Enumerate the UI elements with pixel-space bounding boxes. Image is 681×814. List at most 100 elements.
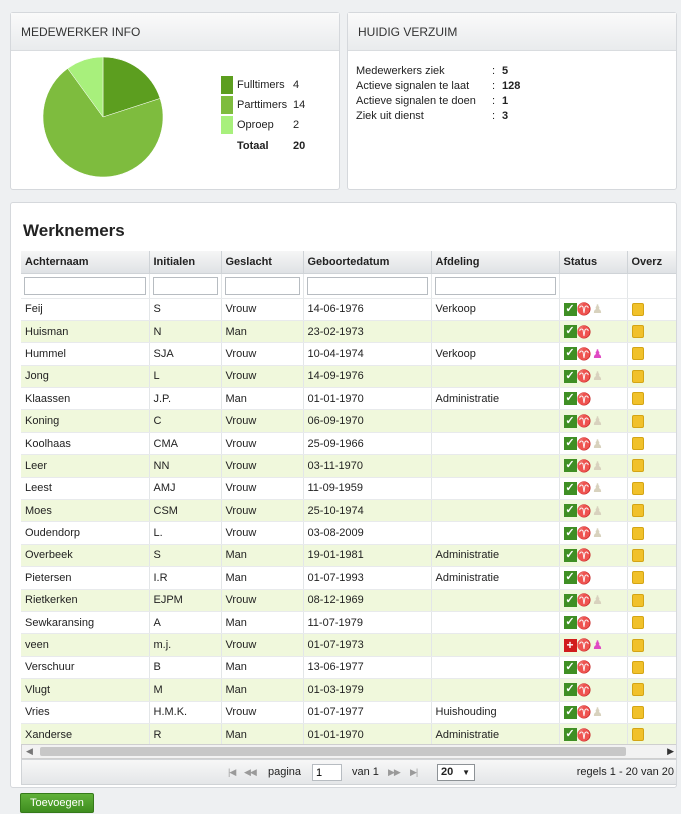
table-row[interactable]: Feij S Vrouw 14-06-1976 Verkoop ✓ ♈♟: [21, 298, 676, 321]
folder-icon[interactable]: [631, 571, 644, 585]
folder-icon[interactable]: [631, 526, 644, 540]
folder-icon[interactable]: [631, 660, 644, 674]
next-page-icon[interactable]: ▶▶: [388, 767, 401, 778]
palm-tree-icon[interactable]: ♈: [577, 302, 592, 316]
palm-tree-icon[interactable]: ♈: [577, 705, 592, 719]
table-row[interactable]: veen m.j. Vrouw 01-07-1973 + ♈♟: [21, 633, 676, 657]
table-row[interactable]: Moes CSM Vrouw 25-10-1974 ✓ ♈♟: [21, 499, 676, 523]
horizontal-scrollbar[interactable]: ◀ ▶: [21, 744, 676, 759]
first-page-icon[interactable]: |◀: [228, 767, 236, 778]
folder-icon[interactable]: [631, 504, 644, 518]
filter-initialen-input[interactable]: [152, 276, 218, 295]
palm-tree-icon[interactable]: ♈: [577, 571, 592, 585]
table-row[interactable]: Koning C Vrouw 06-09-1970 ✓ ♈♟: [21, 409, 676, 433]
table-row[interactable]: Vlugt M Man 01-03-1979 ✓ ♈: [21, 678, 676, 702]
check-icon[interactable]: ✓: [563, 705, 577, 719]
check-icon[interactable]: ✓: [563, 347, 577, 361]
check-icon[interactable]: ✓: [563, 526, 577, 540]
table-row[interactable]: Jong L Vrouw 14-09-1976 ✓ ♈♟: [21, 365, 676, 389]
column-header[interactable]: Status: [559, 251, 628, 274]
folder-icon[interactable]: [631, 638, 644, 652]
table-row[interactable]: Sewkaransing A Man 11-07-1979 ✓ ♈: [21, 611, 676, 635]
palm-tree-icon[interactable]: ♈: [577, 437, 592, 451]
pregnancy-icon[interactable]: ♟: [591, 347, 605, 361]
column-header[interactable]: Geslacht: [221, 251, 304, 274]
folder-icon[interactable]: [631, 548, 644, 562]
filter-geslacht-input[interactable]: [224, 276, 300, 295]
palm-tree-icon[interactable]: ♈: [577, 728, 592, 742]
palm-tree-icon[interactable]: ♈: [577, 526, 592, 540]
check-icon[interactable]: ✓: [563, 593, 577, 607]
pregnancy-icon[interactable]: ♟: [591, 526, 605, 540]
palm-tree-icon[interactable]: ♈: [577, 392, 592, 406]
table-row[interactable]: Koolhaas CMA Vrouw 25-09-1966 ✓ ♈♟: [21, 432, 676, 456]
palm-tree-icon[interactable]: ♈: [577, 481, 592, 495]
check-icon[interactable]: ✓: [563, 548, 577, 562]
folder-icon[interactable]: [631, 683, 644, 697]
palm-tree-icon[interactable]: ♈: [577, 414, 592, 428]
palm-tree-icon[interactable]: ♈: [577, 616, 592, 630]
palm-tree-icon[interactable]: ♈: [577, 504, 592, 518]
folder-icon[interactable]: [631, 347, 644, 361]
table-row[interactable]: Rietkerken EJPM Vrouw 08-12-1969 ✓ ♈♟: [21, 589, 676, 612]
pregnancy-icon[interactable]: ♟: [591, 414, 605, 428]
palm-tree-icon[interactable]: ♈: [577, 683, 592, 697]
table-row[interactable]: Xanderse R Man 01-01-1970 Administratie ✓ ♈: [21, 723, 676, 747]
folder-icon[interactable]: [631, 616, 644, 630]
palm-tree-icon[interactable]: ♈: [577, 369, 592, 383]
column-header[interactable]: Achternaam: [21, 251, 150, 274]
check-icon[interactable]: ✓: [563, 481, 577, 495]
column-header[interactable]: Overz: [627, 251, 676, 274]
scrollbar-thumb[interactable]: [40, 747, 626, 756]
table-row[interactable]: Klaassen J.P. Man 01-01-1970 Administratie ✓ ♈: [21, 387, 676, 411]
table-row[interactable]: Hummel SJA Vrouw 10-04-1974 Verkoop ✓ ♈♟: [21, 342, 676, 366]
check-icon[interactable]: ✓: [563, 302, 577, 316]
folder-icon[interactable]: [631, 302, 644, 316]
folder-icon[interactable]: [631, 705, 644, 719]
table-row[interactable]: Pietersen I.R Man 01-07-1993 Administratie ✓ ♈: [21, 566, 676, 590]
pregnancy-icon[interactable]: ♟: [591, 705, 605, 719]
pregnancy-icon[interactable]: ♟: [591, 302, 605, 316]
check-icon[interactable]: ✓: [563, 369, 577, 383]
folder-icon[interactable]: [631, 437, 644, 451]
check-icon[interactable]: ✓: [563, 660, 577, 674]
check-icon[interactable]: ✓: [563, 459, 577, 473]
table-row[interactable]: Vries H.M.K. Vrouw 01-07-1977 Huishouding ✓ ♈♟: [21, 701, 676, 724]
page-number-input[interactable]: [312, 764, 342, 781]
check-icon[interactable]: ✓: [563, 504, 577, 518]
palm-tree-icon[interactable]: ♈: [577, 548, 592, 562]
folder-icon[interactable]: [631, 392, 644, 406]
pregnancy-icon[interactable]: ♟: [591, 459, 605, 473]
check-icon[interactable]: ✓: [563, 414, 577, 428]
folder-icon[interactable]: [631, 325, 644, 339]
page-size-select[interactable]: 20 ▼: [437, 764, 475, 781]
check-icon[interactable]: ✓: [563, 683, 577, 697]
palm-tree-icon[interactable]: ♈: [577, 593, 592, 607]
folder-icon[interactable]: [631, 728, 644, 742]
palm-tree-icon[interactable]: ♈: [577, 660, 592, 674]
folder-icon[interactable]: [631, 481, 644, 495]
column-header[interactable]: Initialen: [149, 251, 222, 274]
filter-afdeling-input[interactable]: [434, 276, 556, 295]
folder-icon[interactable]: [631, 369, 644, 383]
check-icon[interactable]: ✓: [563, 325, 577, 339]
check-icon[interactable]: ✓: [563, 392, 577, 406]
folder-icon[interactable]: [631, 414, 644, 428]
palm-tree-icon[interactable]: ♈: [577, 347, 592, 361]
pregnancy-icon[interactable]: ♟: [591, 593, 605, 607]
add-button[interactable]: Toevoegen: [20, 793, 94, 813]
column-header[interactable]: Afdeling: [431, 251, 560, 274]
pregnancy-icon[interactable]: ♟: [591, 504, 605, 518]
check-icon[interactable]: ✓: [563, 728, 577, 742]
check-icon[interactable]: ✓: [563, 616, 577, 630]
last-page-icon[interactable]: ▶|: [410, 767, 418, 778]
scroll-left-icon[interactable]: ◀: [26, 746, 33, 757]
table-row[interactable]: Leer NN Vrouw 03-11-1970 ✓ ♈♟: [21, 454, 676, 478]
pregnancy-icon[interactable]: ♟: [591, 437, 605, 451]
table-row[interactable]: Overbeek S Man 19-01-1981 Administratie ✓ ♈: [21, 544, 676, 568]
pregnancy-icon[interactable]: ♟: [591, 369, 605, 383]
pregnancy-icon[interactable]: ♟: [591, 638, 605, 652]
prev-page-icon[interactable]: ◀◀: [244, 767, 257, 778]
filter-achternaam-input[interactable]: [24, 276, 146, 295]
check-icon[interactable]: ✓: [563, 571, 577, 585]
